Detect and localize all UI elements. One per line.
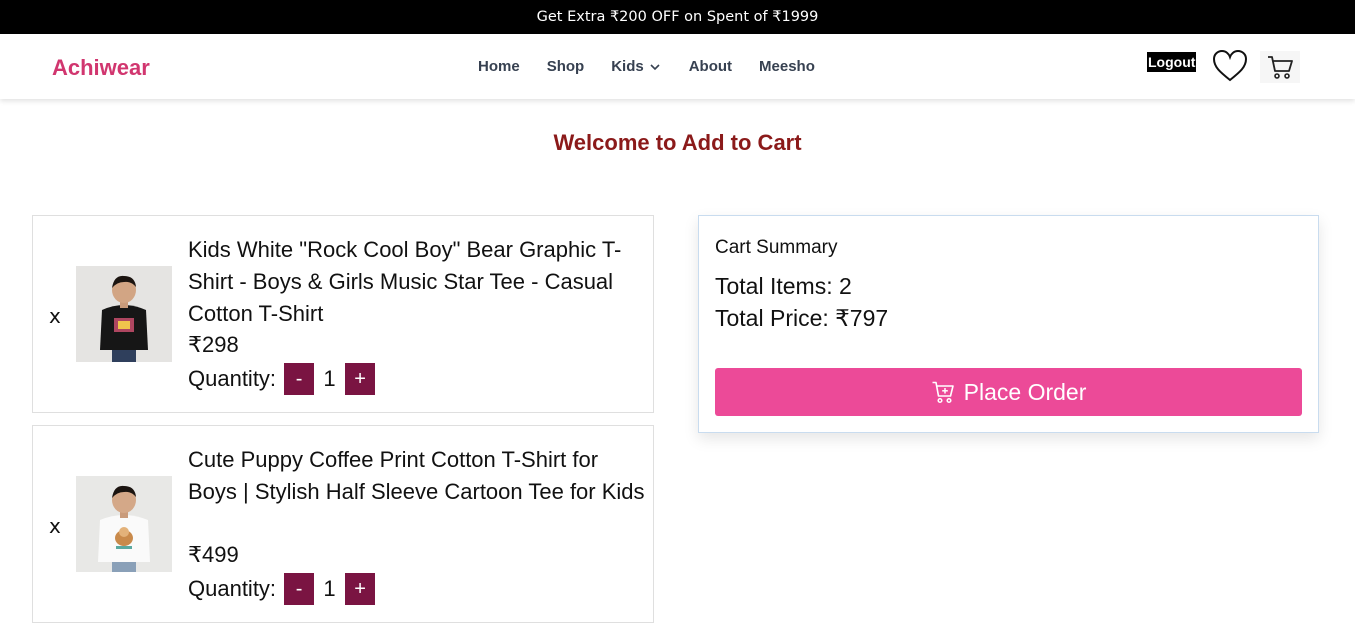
product-title[interactable]: Cute Puppy Coffee Print Cotton T-Shirt f… xyxy=(188,444,648,508)
quantity-stepper: Quantity: - 1 + xyxy=(188,363,376,395)
cart-item: x Cute Puppy Coffee Print Cotton T-Shirt… xyxy=(32,425,654,623)
page-title: Welcome to Add to Cart xyxy=(553,130,802,155)
nav-kids-dropdown[interactable]: Kids xyxy=(611,58,662,75)
cart-icon xyxy=(1268,56,1293,79)
heart-icon[interactable] xyxy=(1211,48,1249,84)
nav-shop[interactable]: Shop xyxy=(547,58,585,75)
increment-button[interactable]: + xyxy=(345,573,376,605)
main-nav: Home Shop Kids About Meesho xyxy=(478,58,842,75)
chevron-down-icon xyxy=(650,63,660,70)
product-price: ₹499 xyxy=(188,542,239,567)
remove-item-button[interactable]: x xyxy=(49,514,61,538)
quantity-stepper: Quantity: - 1 + xyxy=(188,573,376,605)
decrement-button[interactable]: - xyxy=(284,573,315,605)
remove-item-button[interactable]: x xyxy=(49,304,61,328)
nav-kids-label: Kids xyxy=(611,58,644,75)
product-price: ₹298 xyxy=(188,332,239,357)
product-photo-boy-black-tee xyxy=(76,266,172,362)
product-photo-boy-white-tee xyxy=(76,476,172,572)
decrement-button[interactable]: - xyxy=(284,363,315,395)
total-price: Total Price: ₹797 xyxy=(715,305,889,331)
cart-summary: Cart Summary Total Items: 2 Total Price:… xyxy=(698,215,1319,433)
product-image xyxy=(76,476,172,572)
quantity-label: Quantity: xyxy=(188,366,277,391)
total-items: Total Items: 2 xyxy=(715,273,852,299)
product-image xyxy=(76,266,172,362)
quantity-value: 1 xyxy=(323,576,336,601)
nav-home[interactable]: Home xyxy=(478,58,520,75)
cart-button[interactable] xyxy=(1260,51,1300,83)
cart-plus-icon xyxy=(932,381,954,404)
logout-button[interactable]: Logout xyxy=(1147,52,1197,72)
place-order-label: Place Order xyxy=(963,378,1087,405)
increment-button[interactable]: + xyxy=(345,363,376,395)
navbar: Achiwear Home Shop Kids About Meesho Log… xyxy=(0,34,1355,99)
summary-heading: Cart Summary xyxy=(715,237,838,258)
promo-text: Get Extra ₹200 OFF on Spent of ₹1999 xyxy=(536,9,819,25)
place-order-button[interactable]: Place Order xyxy=(715,368,1302,416)
brand-logo[interactable]: Achiwear xyxy=(52,55,150,81)
quantity-label: Quantity: xyxy=(188,576,277,601)
product-title[interactable]: Kids White "Rock Cool Boy" Bear Graphic … xyxy=(188,234,648,330)
nav-about[interactable]: About xyxy=(689,58,732,75)
promo-banner: Get Extra ₹200 OFF on Spent of ₹1999 xyxy=(0,0,1355,34)
cart-item: x Kids White "Rock Cool Boy" Bear Graphi… xyxy=(32,215,654,413)
nav-meesho[interactable]: Meesho xyxy=(759,58,815,75)
quantity-value: 1 xyxy=(323,366,336,391)
